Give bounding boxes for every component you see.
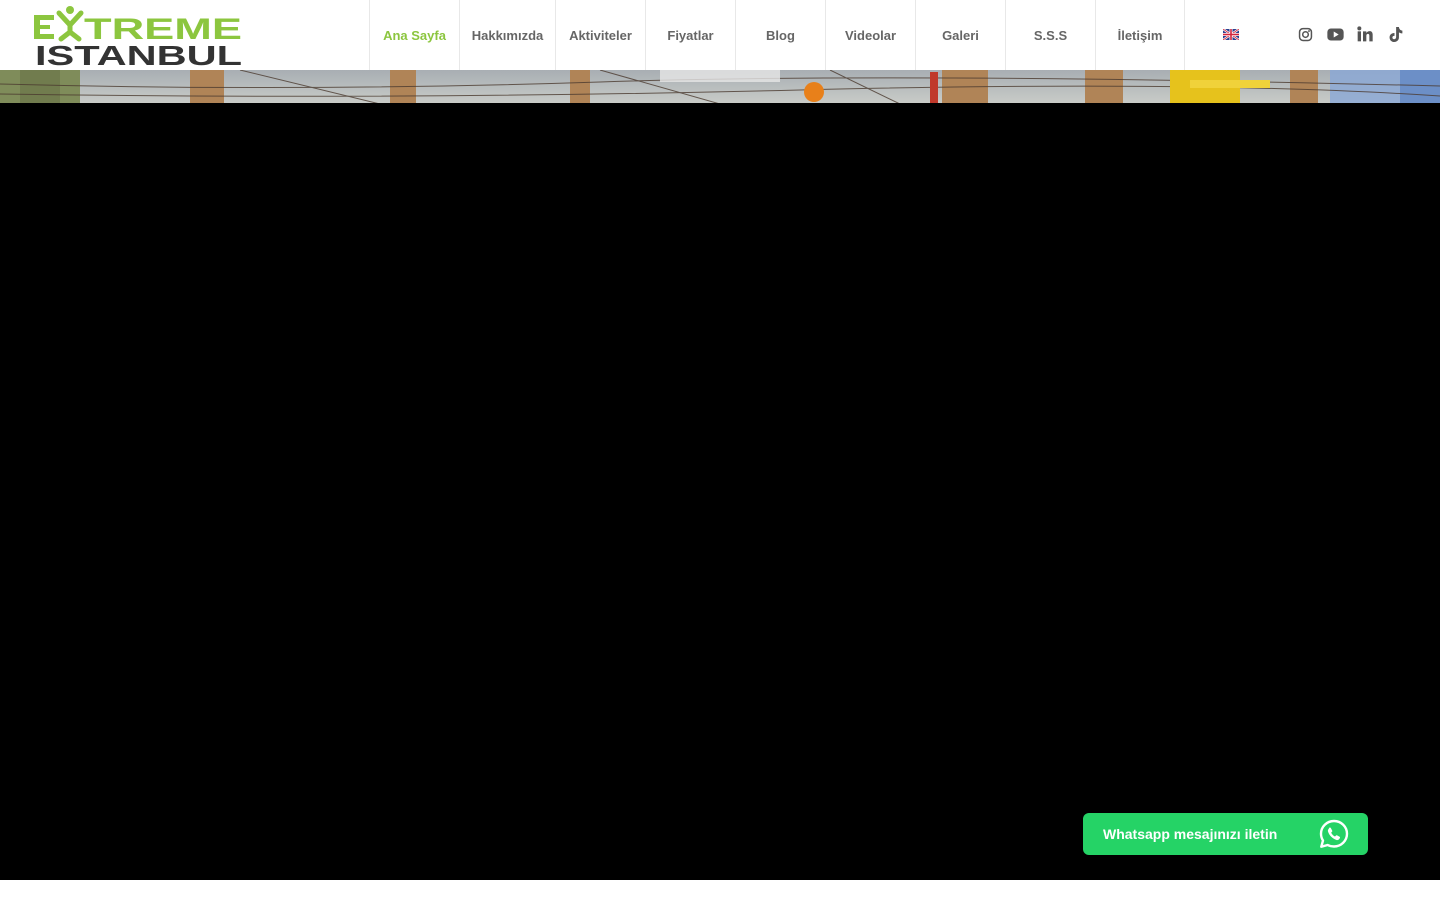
nav-item[interactable]: İletişim bbox=[1095, 0, 1185, 70]
whatsapp-label: Whatsapp mesajınızı iletin bbox=[1103, 826, 1278, 842]
nav-item[interactable]: Videolar bbox=[825, 0, 915, 70]
social-links bbox=[1296, 24, 1404, 44]
nav-item[interactable]: Aktiviteler bbox=[555, 0, 645, 70]
nav-item[interactable]: Fiyatlar bbox=[645, 0, 735, 70]
uk-flag-icon[interactable] bbox=[1223, 29, 1239, 40]
site-header: TREME ISTANBUL Ana Sayfa Hakkımızda Aktivi… bbox=[0, 0, 1440, 70]
nav-item[interactable]: Hakkımızda bbox=[459, 0, 555, 70]
whatsapp-icon bbox=[1318, 818, 1350, 850]
tiktok-icon[interactable] bbox=[1386, 24, 1404, 44]
instagram-icon[interactable] bbox=[1296, 24, 1314, 44]
whatsapp-button[interactable]: Whatsapp mesajınızı iletin bbox=[1083, 813, 1368, 855]
linkedin-icon[interactable] bbox=[1356, 24, 1374, 44]
nav-item[interactable]: Ana Sayfa bbox=[369, 0, 459, 70]
nav-item[interactable]: Blog bbox=[735, 0, 825, 70]
extreme-istanbul-logo: TREME ISTANBUL bbox=[34, 6, 242, 67]
svg-text:ISTANBUL: ISTANBUL bbox=[35, 40, 242, 67]
nav-item[interactable]: S.S.S bbox=[1005, 0, 1095, 70]
hero-video[interactable] bbox=[0, 103, 1440, 880]
nav-item[interactable]: Galeri bbox=[915, 0, 1005, 70]
youtube-icon[interactable] bbox=[1326, 24, 1344, 44]
main-nav: Ana Sayfa Hakkımızda Aktiviteler Fiyatlar Bl… bbox=[369, 0, 1185, 70]
hero-image-strip bbox=[0, 70, 1440, 104]
logo[interactable]: TREME ISTANBUL bbox=[34, 5, 244, 67]
